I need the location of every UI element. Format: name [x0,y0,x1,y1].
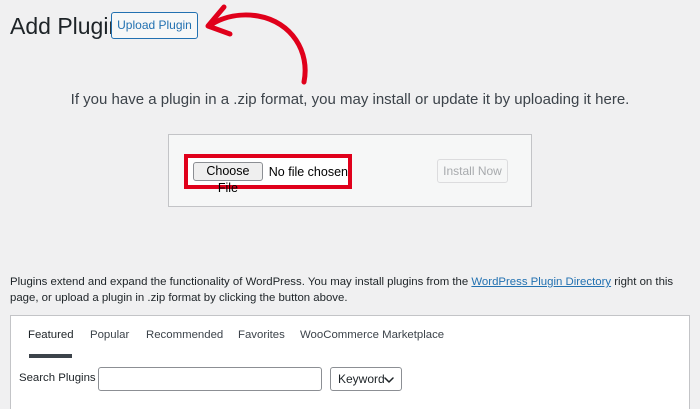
install-now-button[interactable]: Install Now [437,159,508,183]
chevron-down-icon [384,377,394,383]
search-type-select[interactable]: Keyword [330,367,402,391]
search-plugins-label: Search Plugins [19,372,96,384]
choose-file-button[interactable]: Choose File [193,162,263,195]
file-status-text: No file chosen [268,164,348,179]
tab-featured[interactable]: Featured [28,329,74,341]
upload-description: If you have a plugin in a .zip format, y… [70,91,630,108]
tab-recommended[interactable]: Recommended [146,329,223,341]
upload-plugin-button[interactable]: Upload Plugin [111,12,198,39]
tab-woocommerce-marketplace[interactable]: WooCommerce Marketplace [300,329,444,341]
plugin-tabs: Featured Popular Recommended Favorites W… [11,316,689,358]
plugin-info-text: Plugins extend and expand the functional… [10,274,694,306]
curved-arrow-icon [205,4,308,85]
upload-form: Choose File No file chosen Install Now [168,134,532,207]
active-tab-indicator [29,354,72,358]
plugin-filter-panel: Featured Popular Recommended Favorites W… [10,315,690,409]
search-input[interactable] [98,367,322,391]
plugin-directory-link[interactable]: WordPress Plugin Directory [471,276,611,288]
info-text-before: Plugins extend and expand the functional… [10,276,472,288]
search-type-value: Keyword [338,372,385,386]
tab-favorites[interactable]: Favorites [238,329,285,341]
tab-popular[interactable]: Popular [90,329,129,341]
file-input-highlight: Choose File No file chosen [184,154,352,195]
